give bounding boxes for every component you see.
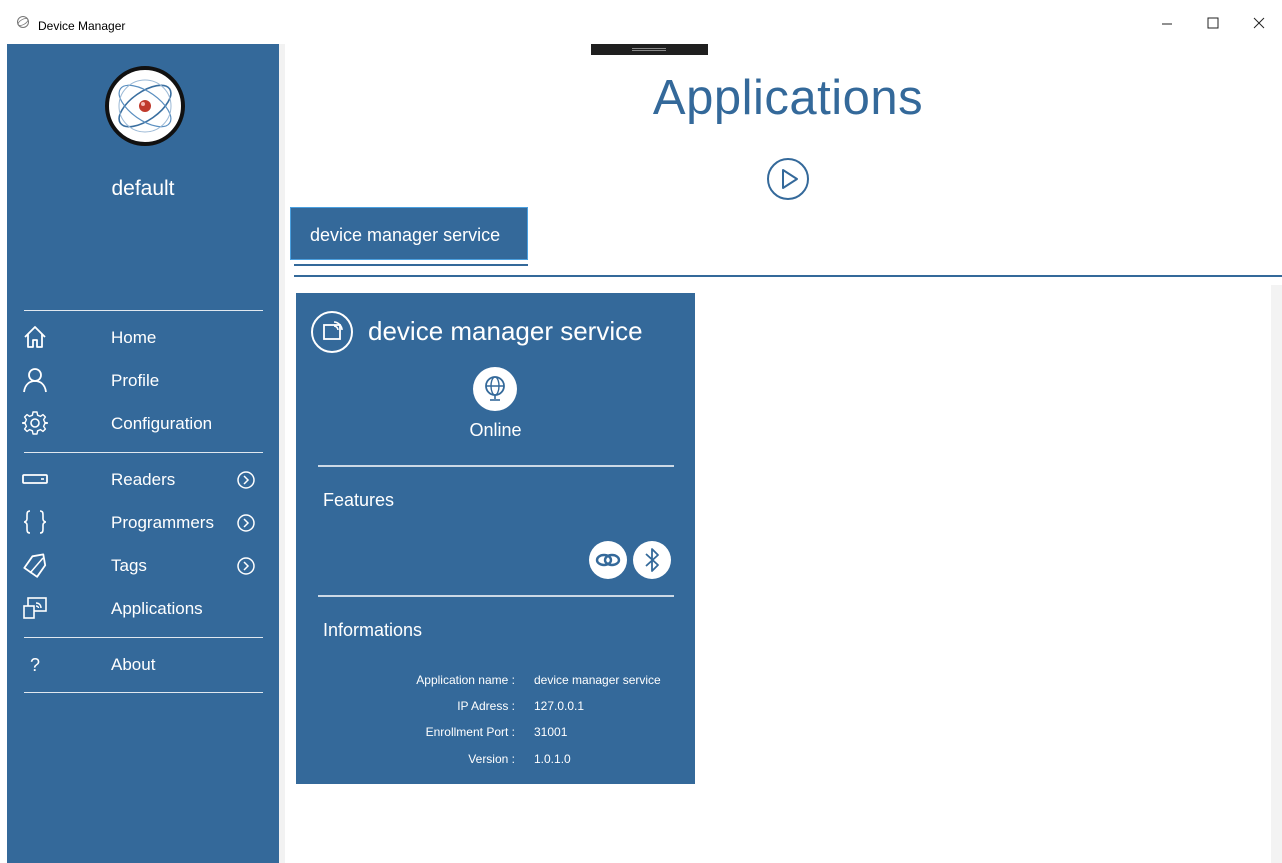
- chevron-right-icon[interactable]: [236, 556, 256, 576]
- braces-icon: [23, 510, 47, 534]
- page-title: Applications: [652, 71, 924, 125]
- info-label: Enrollment Port :: [425, 725, 515, 739]
- scrollbar[interactable]: [1271, 285, 1282, 863]
- sidebar-item-applications[interactable]: Applications: [7, 589, 279, 629]
- cast-icon: [23, 597, 47, 619]
- chevron-right-icon[interactable]: [236, 513, 256, 533]
- atom-logo-icon: [118, 79, 172, 133]
- reader-icon: [22, 474, 48, 484]
- bluetooth-icon[interactable]: [632, 540, 672, 580]
- close-icon: [1253, 17, 1265, 29]
- person-icon: [23, 368, 47, 393]
- sidebar-item-label: About: [111, 655, 156, 674]
- features-title: Features: [323, 490, 395, 510]
- sidebar-item-profile[interactable]: Profile: [7, 361, 279, 401]
- chevron-right-icon[interactable]: [236, 470, 256, 490]
- info-row-application-name: Application name : device manager servic…: [296, 673, 695, 691]
- info-value: 1.0.1.0: [534, 752, 571, 766]
- sidebar-item-label: Readers: [111, 470, 176, 489]
- sidebar-item-readers[interactable]: Readers: [7, 460, 279, 500]
- info-value: 127.0.0.1: [534, 699, 585, 713]
- divider: [24, 692, 263, 693]
- close-button[interactable]: [1236, 8, 1282, 38]
- avatar[interactable]: [105, 66, 185, 146]
- info-label: IP Adress :: [457, 699, 515, 713]
- sidebar-item-label: Configuration: [111, 414, 213, 433]
- application-card: device manager service Online Features I…: [296, 293, 695, 784]
- question-icon: ?: [30, 655, 40, 675]
- link-icon[interactable]: [588, 540, 628, 580]
- card-title: device manager service: [368, 316, 643, 346]
- info-label: Application name :: [416, 673, 515, 687]
- info-row-version: Version : 1.0.1.0: [296, 752, 695, 770]
- divider: [318, 465, 674, 467]
- sidebar-item-about[interactable]: ? About: [7, 645, 279, 685]
- sidebar-item-configuration[interactable]: Configuration: [7, 404, 279, 444]
- status-text: Online: [469, 420, 522, 440]
- home-icon: [24, 326, 46, 348]
- drag-handle[interactable]: [591, 44, 708, 55]
- divider: [318, 595, 674, 597]
- info-label: Version :: [468, 752, 515, 766]
- tab-underline: [294, 264, 528, 266]
- sidebar-item-label: Tags: [111, 556, 147, 575]
- sidebar-scroll-strip: [279, 44, 285, 863]
- sidebar-item-label: Programmers: [111, 513, 214, 532]
- maximize-icon: [1207, 17, 1219, 29]
- minimize-icon: [1162, 23, 1172, 25]
- sidebar-item-tags[interactable]: Tags: [7, 546, 279, 586]
- svg-text:?: ?: [30, 655, 40, 675]
- info-value: device manager service: [534, 673, 661, 687]
- gear-icon: [22, 411, 48, 435]
- tag-icon: [23, 553, 47, 578]
- window-title: Device Manager: [38, 19, 126, 33]
- globe-monitor-icon: [473, 367, 517, 411]
- tab-device-manager-service[interactable]: device manager service: [290, 207, 528, 260]
- maximize-button[interactable]: [1190, 8, 1236, 38]
- sidebar: default Home Profile Configuration Reade…: [7, 44, 279, 863]
- sidebar-item-label: Profile: [111, 371, 160, 390]
- informations-title: Informations: [323, 620, 423, 640]
- minimize-button[interactable]: [1144, 8, 1190, 38]
- sidebar-item-home[interactable]: Home: [7, 318, 279, 358]
- divider: [24, 310, 263, 311]
- title-bar: Device Manager: [0, 0, 1282, 44]
- username: default: [111, 177, 175, 200]
- sidebar-item-label: Home: [111, 328, 157, 347]
- app-icon: [17, 16, 29, 28]
- divider: [24, 637, 263, 638]
- cast-icon: [311, 311, 353, 353]
- sidebar-item-label: Applications: [111, 599, 203, 618]
- info-value: 31001: [534, 725, 568, 739]
- info-row-enrollment-port: Enrollment Port : 31001: [296, 725, 695, 743]
- divider: [294, 275, 1282, 277]
- play-button[interactable]: [766, 157, 810, 201]
- divider: [24, 452, 263, 453]
- sidebar-item-programmers[interactable]: Programmers: [7, 503, 279, 543]
- info-row-ip-address: IP Adress : 127.0.0.1: [296, 699, 695, 717]
